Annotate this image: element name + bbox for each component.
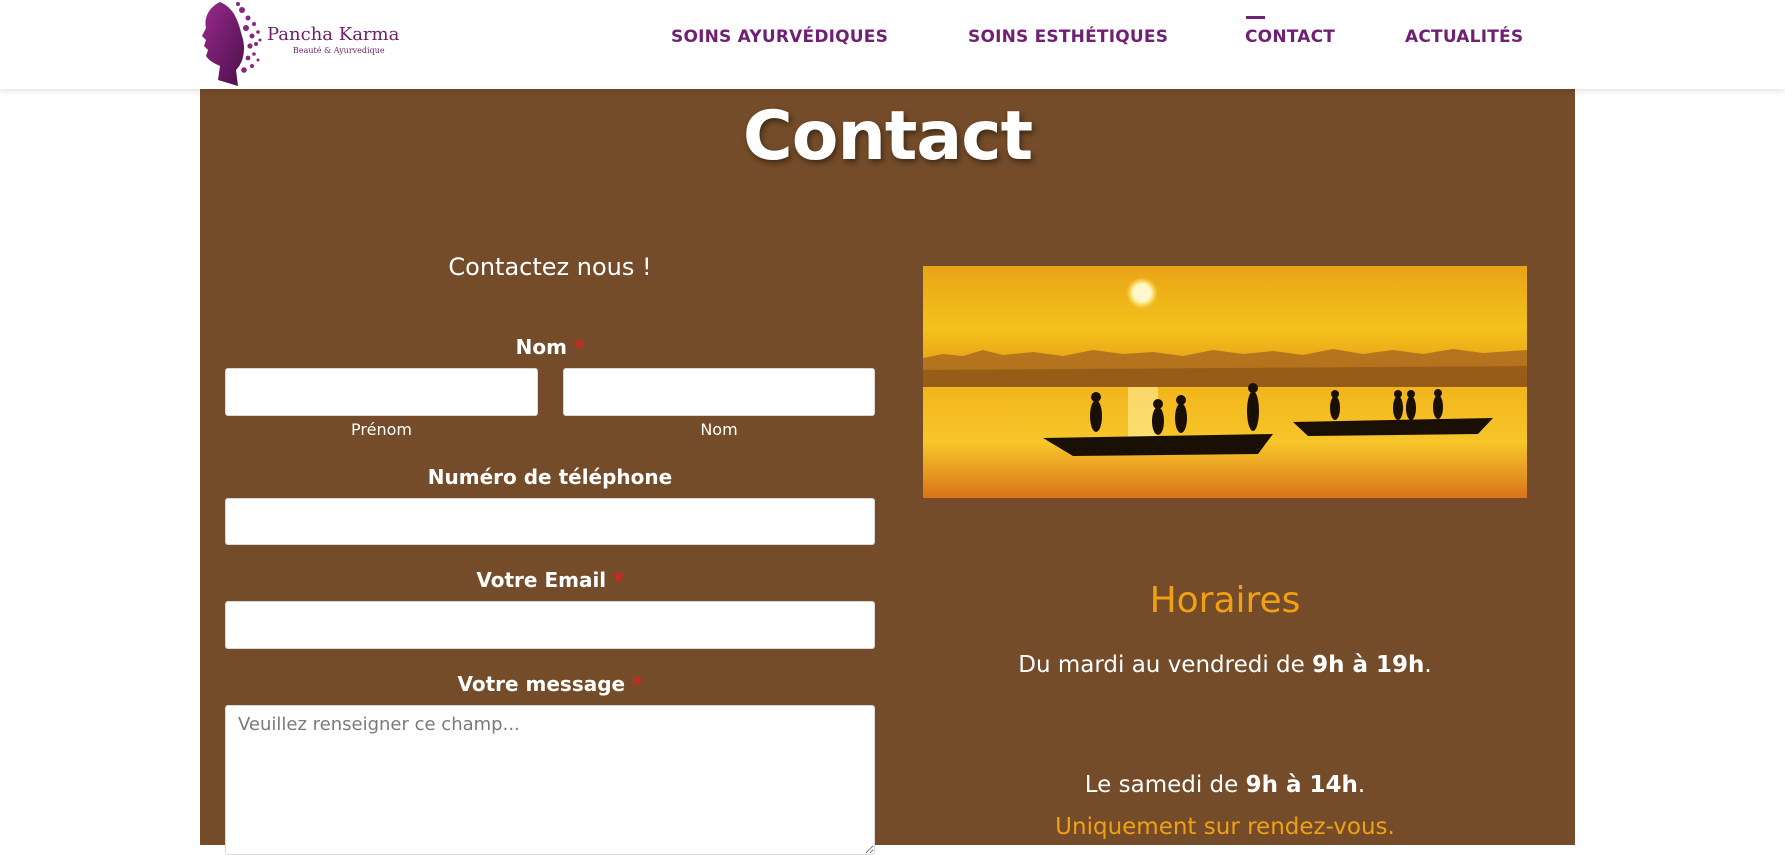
last-name-input[interactable] <box>563 368 875 416</box>
required-mark: * <box>613 568 624 592</box>
logo-name: Pancha Karma <box>267 24 400 45</box>
logo[interactable]: Pancha Karma Beauté & Ayurvedique <box>198 0 400 89</box>
nav-active-indicator <box>1246 16 1265 19</box>
last-name-sublabel: Nom <box>700 420 738 439</box>
first-name-input[interactable] <box>225 368 538 416</box>
nav-soins-ayurvediques[interactable]: SOINS AYURVÉDIQUES <box>671 27 888 47</box>
site-header: Pancha Karma Beauté & Ayurvedique SOINS … <box>0 0 1785 89</box>
woman-profile-silhouette-icon <box>202 2 262 86</box>
nav-soins-esthetiques[interactable]: SOINS ESTHÉTIQUES <box>968 27 1168 47</box>
required-mark: * <box>632 672 643 696</box>
hours-weekday: Du mardi au vendredi de 9h à 19h. <box>1018 652 1432 678</box>
nav-contact[interactable]: CONTACT <box>1245 27 1335 47</box>
hours-title: Horaires <box>1149 580 1301 621</box>
phone-label: Numéro de téléphone <box>427 465 673 489</box>
first-name-sublabel: Prénom <box>351 420 412 439</box>
logo-tagline: Beauté & Ayurvedique <box>293 46 385 55</box>
message-textarea[interactable] <box>225 705 875 855</box>
appointment-note: Uniquement sur rendez-vous. <box>1055 814 1395 840</box>
hours-saturday: Le samedi de 9h à 14h. <box>1084 772 1366 798</box>
message-label: Votre message * <box>457 672 643 696</box>
phone-input[interactable] <box>225 498 875 545</box>
sunset-river-boats-photo <box>923 266 1527 498</box>
form-heading: Contactez nous ! <box>448 253 652 281</box>
contact-section: Contact Contactez nous ! Nom * Prénom No… <box>200 89 1575 855</box>
name-label: Nom * <box>515 335 585 359</box>
nav-actualites[interactable]: ACTUALITÉS <box>1405 27 1523 47</box>
required-mark: * <box>573 335 585 359</box>
page-title: Contact <box>742 97 1033 176</box>
email-input[interactable] <box>225 601 875 649</box>
email-label: Votre Email * <box>476 568 624 592</box>
